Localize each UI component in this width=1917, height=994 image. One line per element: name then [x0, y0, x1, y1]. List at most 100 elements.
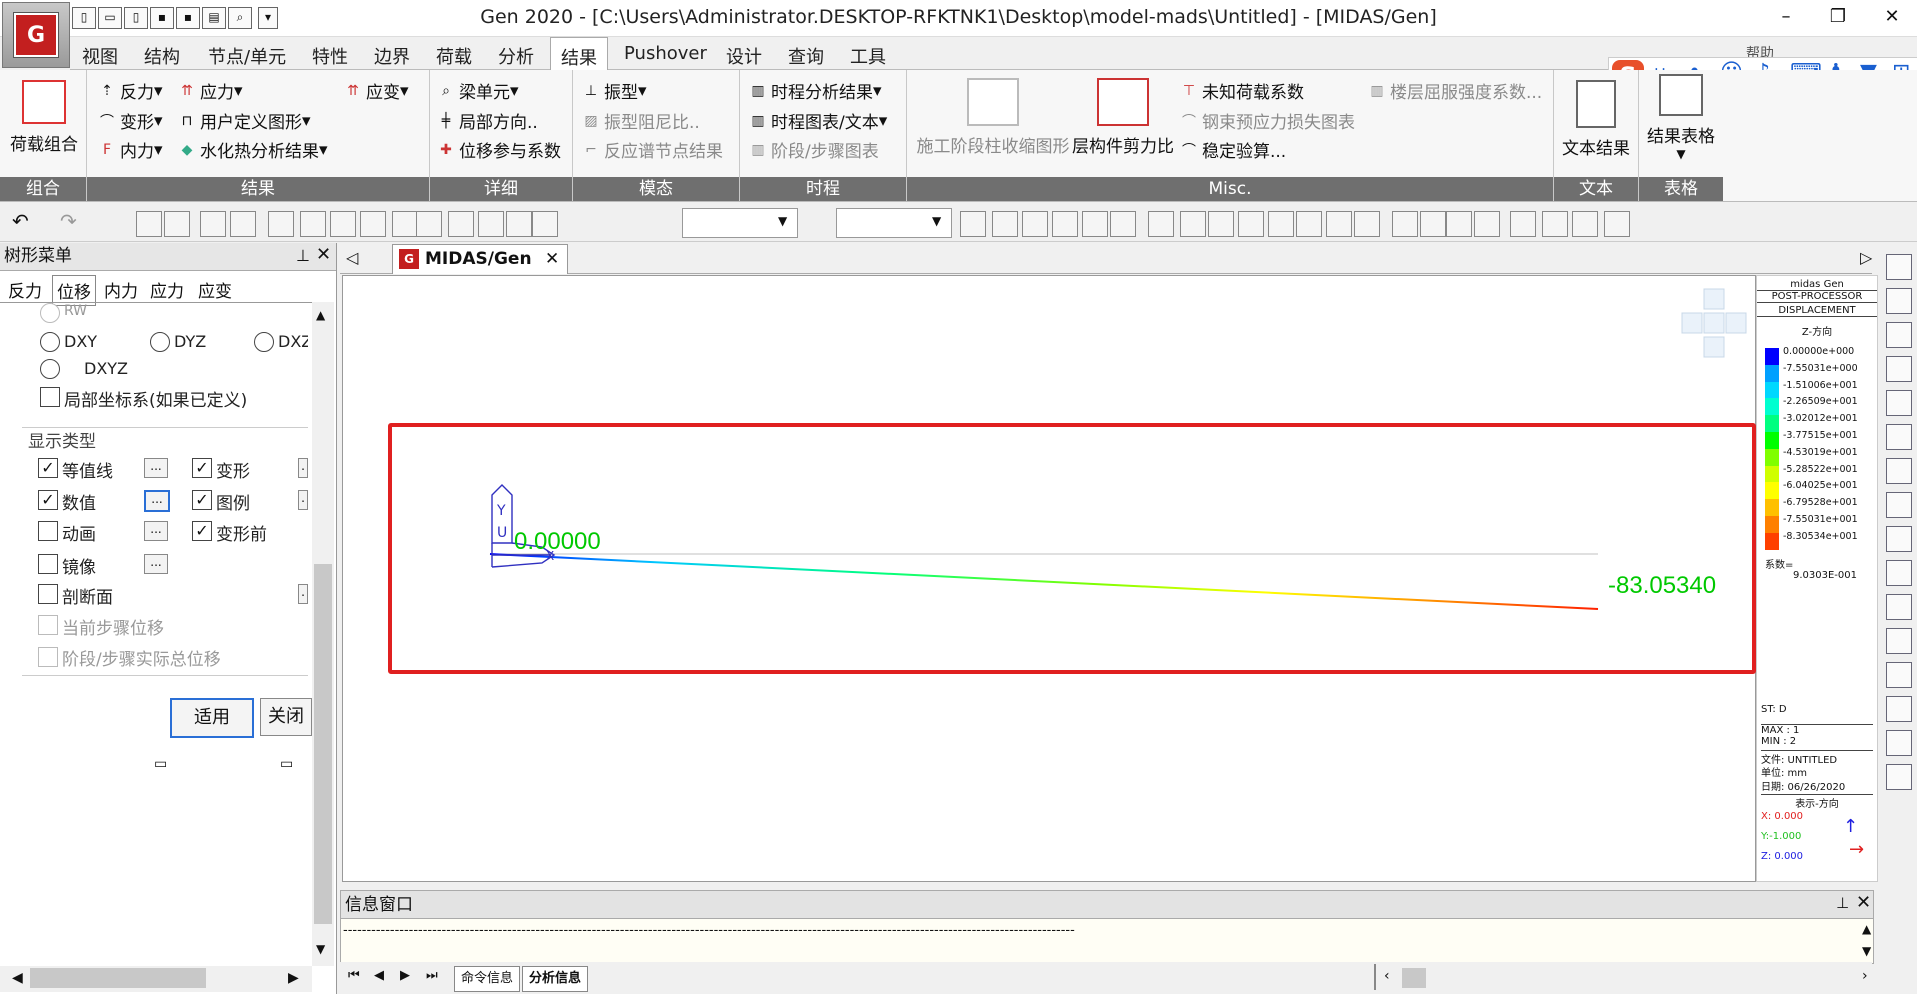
chevron-down-icon[interactable]: ▼ — [932, 214, 941, 228]
unknown-load-factor-button[interactable]: ⊤ 未知荷载系数 — [1179, 78, 1304, 104]
legend-options-button[interactable]: . — [298, 490, 308, 510]
deformation-options-button[interactable]: . — [298, 458, 308, 478]
nav-next-icon[interactable]: ▶ — [400, 968, 410, 983]
stability-check-button[interactable]: ⌒ 稳定验算... — [1179, 137, 1286, 162]
view-control-icon[interactable] — [1886, 628, 1912, 654]
view-tool-icon[interactable] — [1354, 211, 1380, 237]
radio-dxy[interactable] — [40, 332, 60, 352]
values-options-button[interactable]: ... — [144, 490, 170, 512]
select-window-icon[interactable] — [164, 211, 190, 237]
tab-view[interactable]: 视图 — [82, 43, 118, 69]
node-select-icon[interactable] — [448, 211, 474, 237]
stress-button[interactable]: ⇈ 应力 ▾ — [177, 78, 242, 104]
view-control-icon[interactable] — [1886, 764, 1912, 790]
chevron-down-icon[interactable]: ▼ — [778, 214, 787, 228]
view-tool-icon[interactable] — [1392, 211, 1418, 237]
undeformed-checkbox[interactable]: ✓ — [192, 521, 212, 541]
tab-command-info[interactable]: 命令信息 — [454, 966, 521, 992]
tab-node-element[interactable]: 节点/单元 — [208, 43, 286, 69]
minimize-button[interactable]: – — [1766, 4, 1806, 30]
select-by-id-icon[interactable] — [506, 211, 532, 237]
view-control-icon[interactable] — [1886, 322, 1912, 348]
mode-shape-button[interactable]: ⊥ 振型 ▾ — [581, 78, 647, 104]
tendon-loss-button[interactable]: ⌒ 钢束预应力损失图表 — [1179, 108, 1355, 133]
view-tool-icon[interactable] — [1542, 211, 1568, 237]
view-control-icon[interactable] — [1886, 594, 1912, 620]
save-settings-icon[interactable]: ▭ — [280, 756, 293, 772]
previous-select-icon[interactable] — [416, 211, 442, 237]
view-control-icon[interactable] — [1886, 356, 1912, 382]
mode-damping-button[interactable]: ▨ 振型阻尼比.. — [581, 108, 699, 134]
tab-strain[interactable]: 应变 — [194, 275, 236, 304]
view-tool-icon[interactable] — [1180, 211, 1206, 237]
view-control-icon[interactable] — [1886, 696, 1912, 722]
doc-tab-midas[interactable]: G MIDAS/Gen ✕ — [392, 244, 568, 274]
view-tool-icon[interactable] — [960, 211, 986, 237]
view-tool-icon[interactable] — [1052, 211, 1078, 237]
radio-dxyz[interactable] — [40, 359, 60, 379]
info-scroll-down-icon[interactable]: ▼ — [1862, 944, 1871, 958]
view-tool-icon[interactable] — [1572, 211, 1598, 237]
view-tool-icon[interactable] — [1420, 211, 1446, 237]
apply-button[interactable]: 适用 — [170, 698, 254, 738]
tab-properties[interactable]: 特性 — [312, 43, 348, 69]
view-control-icon[interactable] — [1886, 492, 1912, 518]
view-tool-icon[interactable] — [1296, 211, 1322, 237]
view-tool-icon[interactable] — [1238, 211, 1264, 237]
deformation-button[interactable]: ⌒ 变形 ▾ — [97, 108, 163, 134]
unselect-icon[interactable] — [392, 211, 418, 237]
view-control-icon[interactable] — [1886, 662, 1912, 688]
animation-checkbox[interactable] — [38, 521, 58, 541]
view-tool-icon[interactable] — [1082, 211, 1108, 237]
select-line-icon[interactable] — [230, 211, 256, 237]
left-scroll-thumb[interactable] — [314, 564, 332, 924]
select-intersect-icon[interactable] — [268, 211, 294, 237]
strain-button[interactable]: ⇈ 应变 ▾ — [343, 78, 408, 104]
view-tool-icon[interactable] — [992, 211, 1018, 237]
section-cut-checkbox[interactable] — [38, 584, 58, 604]
th-result-button[interactable]: ▥ 时程分析结果 ▾ — [748, 78, 881, 104]
view-tool-icon[interactable] — [1446, 211, 1472, 237]
tab-load[interactable]: 荷载 — [436, 43, 472, 69]
info-hscroll-thumb[interactable] — [1402, 968, 1426, 988]
scroll-up-icon[interactable]: ▲ — [316, 308, 325, 322]
text-result-button[interactable]: 文本结果 — [1556, 80, 1636, 159]
info-window-body[interactable]: ----------------------------------------… — [340, 918, 1874, 964]
view-cube-icon[interactable] — [1681, 288, 1747, 358]
view-control-icon[interactable] — [1886, 254, 1912, 280]
radio-rw[interactable] — [40, 303, 60, 323]
nav-first-icon[interactable]: ⏮ — [348, 968, 360, 983]
tab-stress[interactable]: 应力 — [146, 275, 188, 304]
pin-icon[interactable]: ⊥ — [296, 246, 310, 265]
animation-options-button[interactable]: ... — [144, 521, 168, 541]
story-yield-button[interactable]: ▥ 楼层屈服强度系数... — [1367, 78, 1542, 104]
mirror-checkbox[interactable] — [38, 554, 58, 574]
user-defined-graph-button[interactable]: ⊓ 用户定义图形 ▾ — [177, 108, 311, 134]
view-tool-icon[interactable] — [1022, 211, 1048, 237]
view-control-icon[interactable] — [1886, 526, 1912, 552]
total-disp-checkbox[interactable] — [38, 647, 58, 667]
section-cut-options-button[interactable]: . — [298, 584, 308, 604]
view-tool-icon[interactable] — [1474, 211, 1500, 237]
spectrum-node-result-button[interactable]: ⌐ 反应谱节点结果 — [581, 137, 723, 163]
view-control-icon[interactable] — [1886, 730, 1912, 756]
select-icon[interactable] — [136, 211, 162, 237]
splitter[interactable] — [1374, 964, 1376, 990]
radio-dyz[interactable] — [150, 332, 170, 352]
close-icon[interactable]: ✕ — [316, 244, 331, 265]
view-tool-icon[interactable] — [1110, 211, 1136, 237]
select-polygon-icon[interactable] — [200, 211, 226, 237]
contour-options-button[interactable]: ... — [144, 458, 168, 478]
contour-checkbox[interactable]: ✓ — [38, 458, 58, 478]
view-tool-icon[interactable] — [1326, 211, 1352, 237]
tab-structure[interactable]: 结构 — [144, 43, 180, 69]
tab-scroll-right-icon[interactable]: ▷ — [1860, 248, 1872, 267]
reaction-button[interactable]: ⇡ 反力 ▾ — [97, 78, 162, 104]
internal-force-button[interactable]: F 内力 ▾ — [97, 137, 163, 163]
tab-design[interactable]: 设计 — [726, 43, 762, 69]
view-tool-icon[interactable] — [1148, 211, 1174, 237]
radio-dxz[interactable] — [254, 332, 274, 352]
tab-tools[interactable]: 工具 — [850, 43, 886, 69]
scroll-right-icon[interactable]: ▶ — [288, 970, 299, 986]
nav-last-icon[interactable]: ⏭ — [426, 968, 438, 983]
